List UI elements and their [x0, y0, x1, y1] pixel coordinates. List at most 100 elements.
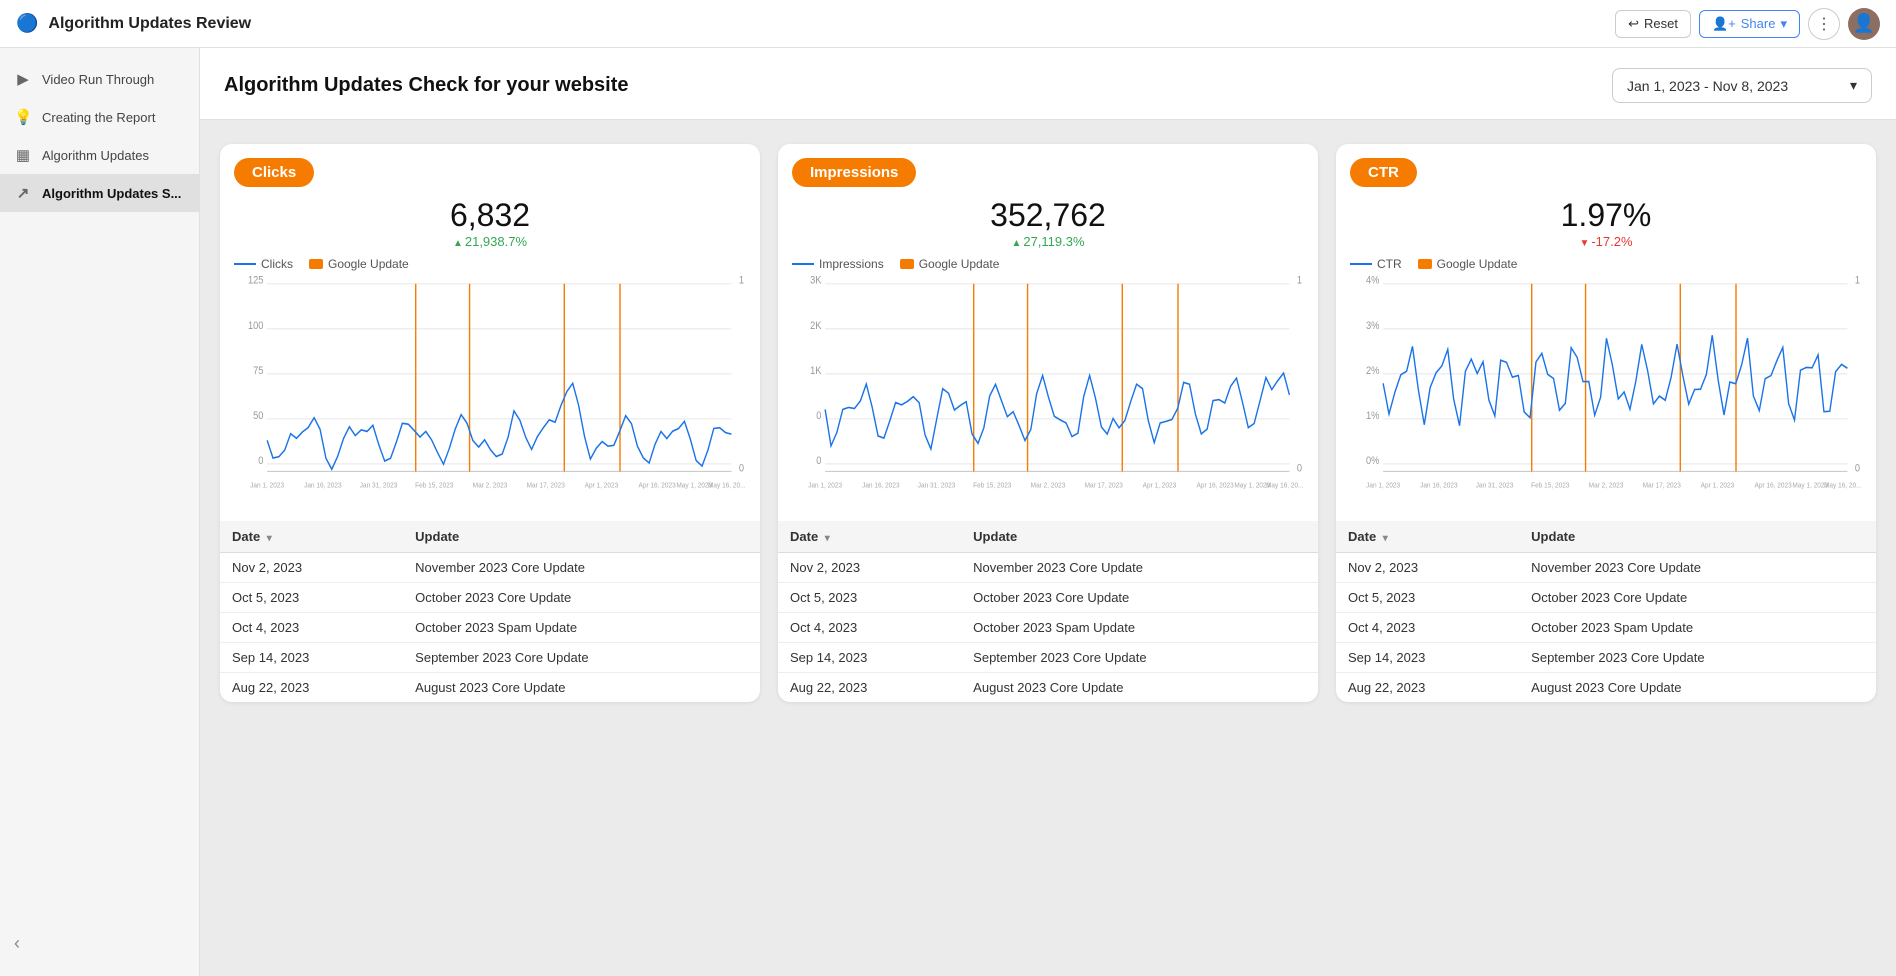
sort-icon-date-ctr: ▾ [1383, 533, 1388, 544]
svg-text:Jan 16, 2023: Jan 16, 2023 [862, 482, 900, 489]
svg-text:Jan 1, 2023: Jan 1, 2023 [250, 482, 284, 489]
legend-rect-impressions: Google Update [900, 257, 1000, 271]
table-cell-update: November 2023 Core Update [403, 553, 760, 583]
chart-legend-impressions: Impressions Google Update [778, 251, 1318, 273]
table-cell-date: Oct 5, 2023 [778, 583, 961, 613]
table-cell-date: Sep 14, 2023 [778, 643, 961, 673]
col-update-clicks: Update [403, 521, 760, 553]
table-cell-date: Sep 14, 2023 [1336, 643, 1519, 673]
col-update-impressions: Update [961, 521, 1318, 553]
col-date-clicks[interactable]: Date ▾ [220, 521, 403, 553]
svg-text:Jan 31, 2023: Jan 31, 2023 [360, 482, 398, 489]
reset-icon: ↩ [1628, 16, 1639, 32]
chart-legend-ctr: CTR Google Update [1336, 251, 1876, 273]
sidebar-icon-video-run-through: ▶ [14, 70, 32, 88]
sidebar-collapse-button[interactable]: ‹ [0, 923, 199, 964]
card-value-impressions: 352,762 [778, 197, 1318, 234]
svg-text:1K: 1K [810, 365, 822, 377]
sidebar-item-video-run-through[interactable]: ▶Video Run Through [0, 60, 199, 98]
chart-svg-ctr: 4% 3% 2% 1% 0% 1 0 Jan 1, 2023 Jan 16, 2… [1346, 273, 1866, 509]
card-value-ctr: 1.97% [1336, 197, 1876, 234]
svg-text:3K: 3K [810, 275, 822, 287]
sidebar-item-creating-report[interactable]: 💡Creating the Report [0, 98, 199, 136]
card-impressions: Impressions 352,762 27,119.3% Impression… [778, 144, 1318, 702]
share-button[interactable]: 👤+ Share ▾ [1699, 10, 1800, 38]
legend-rect-label: Google Update [328, 257, 409, 271]
card-table-ctr: Date ▾ Update Nov 2, 2023 November 2023 … [1336, 521, 1876, 702]
table-cell-update: November 2023 Core Update [1519, 553, 1876, 583]
svg-text:May 1, 2023: May 1, 2023 [1234, 482, 1270, 489]
legend-line-marker [1350, 263, 1372, 265]
sort-icon-date-clicks: ▾ [267, 533, 272, 544]
svg-text:0%: 0% [1366, 455, 1379, 467]
card-metric-impressions: 352,762 27,119.3% [778, 197, 1318, 249]
table-row: Nov 2, 2023 November 2023 Core Update [1336, 553, 1876, 583]
more-icon: ⋮ [1816, 14, 1832, 34]
svg-text:Apr 1, 2023: Apr 1, 2023 [585, 482, 619, 489]
topbar-right: ↩ Reset 👤+ Share ▾ ⋮ 👤 [1615, 8, 1880, 40]
legend-line-ctr: CTR [1350, 257, 1402, 271]
svg-text:1%: 1% [1366, 410, 1379, 422]
svg-text:Feb 15, 2023: Feb 15, 2023 [1531, 482, 1569, 489]
svg-text:2K: 2K [810, 320, 822, 332]
svg-text:100: 100 [248, 320, 264, 332]
sidebar-item-algorithm-updates-s[interactable]: ↗Algorithm Updates S... [0, 174, 199, 212]
sidebar-icon-algorithm-updates-s: ↗ [14, 184, 32, 202]
table-row: Oct 5, 2023 October 2023 Core Update [1336, 583, 1876, 613]
svg-text:Mar 2, 2023: Mar 2, 2023 [473, 482, 508, 489]
share-chevron-icon: ▾ [1780, 16, 1787, 32]
table-row: Sep 14, 2023 September 2023 Core Update [1336, 643, 1876, 673]
card-change-ctr: -17.2% [1336, 234, 1876, 249]
table-row: Sep 14, 2023 September 2023 Core Update [778, 643, 1318, 673]
table-cell-date: Oct 4, 2023 [1336, 613, 1519, 643]
card-table-impressions: Date ▾ Update Nov 2, 2023 November 2023 … [778, 521, 1318, 702]
app-icon: 🔵 [16, 13, 38, 34]
col-date-ctr[interactable]: Date ▾ [1336, 521, 1519, 553]
card-change-impressions: 27,119.3% [778, 234, 1318, 249]
card-clicks: Clicks 6,832 21,938.7% Clicks Google Upd… [220, 144, 760, 702]
card-metric-clicks: 6,832 21,938.7% [220, 197, 760, 249]
svg-text:May 16, 20...: May 16, 20... [1266, 482, 1304, 489]
avatar[interactable]: 👤 [1848, 8, 1880, 40]
date-picker[interactable]: Jan 1, 2023 - Nov 8, 2023 ▾ [1612, 68, 1872, 103]
table-cell-update: October 2023 Spam Update [403, 613, 760, 643]
col-date-impressions[interactable]: Date ▾ [778, 521, 961, 553]
table-cell-update: November 2023 Core Update [961, 553, 1318, 583]
table-cell-update: August 2023 Core Update [961, 673, 1318, 703]
change-arrow-ctr [1579, 234, 1591, 249]
card-value-clicks: 6,832 [220, 197, 760, 234]
legend-line-label: CTR [1377, 257, 1402, 271]
legend-line-marker [792, 263, 814, 265]
table-cell-update: October 2023 Spam Update [1519, 613, 1876, 643]
sort-icon-date-impressions: ▾ [825, 533, 830, 544]
cards-container: Clicks 6,832 21,938.7% Clicks Google Upd… [200, 120, 1896, 726]
more-options-button[interactable]: ⋮ [1808, 8, 1840, 40]
sidebar-label-algorithm-updates: Algorithm Updates [42, 148, 149, 163]
legend-line-label: Clicks [261, 257, 293, 271]
legend-line-label: Impressions [819, 257, 884, 271]
legend-rect-label: Google Update [919, 257, 1000, 271]
chart-area-impressions: 3K 2K 1K 0 0 1 0 Jan 1, 2023 Jan 16, 202… [778, 273, 1318, 513]
legend-rect-marker [309, 259, 323, 269]
date-range-label: Jan 1, 2023 - Nov 8, 2023 [1627, 78, 1788, 94]
chart-svg-clicks: 125 100 75 50 0 1 0 Jan 1, 2023 Jan 16, … [230, 273, 750, 509]
legend-rect-marker [900, 259, 914, 269]
table-cell-update: September 2023 Core Update [1519, 643, 1876, 673]
table-cell-update: October 2023 Core Update [1519, 583, 1876, 613]
svg-text:May 1, 2023: May 1, 2023 [676, 482, 712, 489]
legend-rect-ctr: Google Update [1418, 257, 1518, 271]
table-cell-update: October 2023 Core Update [403, 583, 760, 613]
table-row: Sep 14, 2023 September 2023 Core Update [220, 643, 760, 673]
sidebar-item-algorithm-updates[interactable]: ▦Algorithm Updates [0, 136, 199, 174]
legend-rect-clicks: Google Update [309, 257, 409, 271]
card-change-clicks: 21,938.7% [220, 234, 760, 249]
reset-button[interactable]: ↩ Reset [1615, 10, 1691, 38]
table-cell-date: Oct 4, 2023 [778, 613, 961, 643]
main-content: Algorithm Updates Check for your website… [200, 48, 1896, 976]
svg-text:Jan 16, 2023: Jan 16, 2023 [1420, 482, 1458, 489]
table-cell-date: Aug 22, 2023 [778, 673, 961, 703]
table-cell-date: Sep 14, 2023 [220, 643, 403, 673]
sidebar-icon-creating-report: 💡 [14, 108, 32, 126]
svg-text:1: 1 [1855, 275, 1861, 287]
app-title: Algorithm Updates Review [48, 15, 251, 33]
